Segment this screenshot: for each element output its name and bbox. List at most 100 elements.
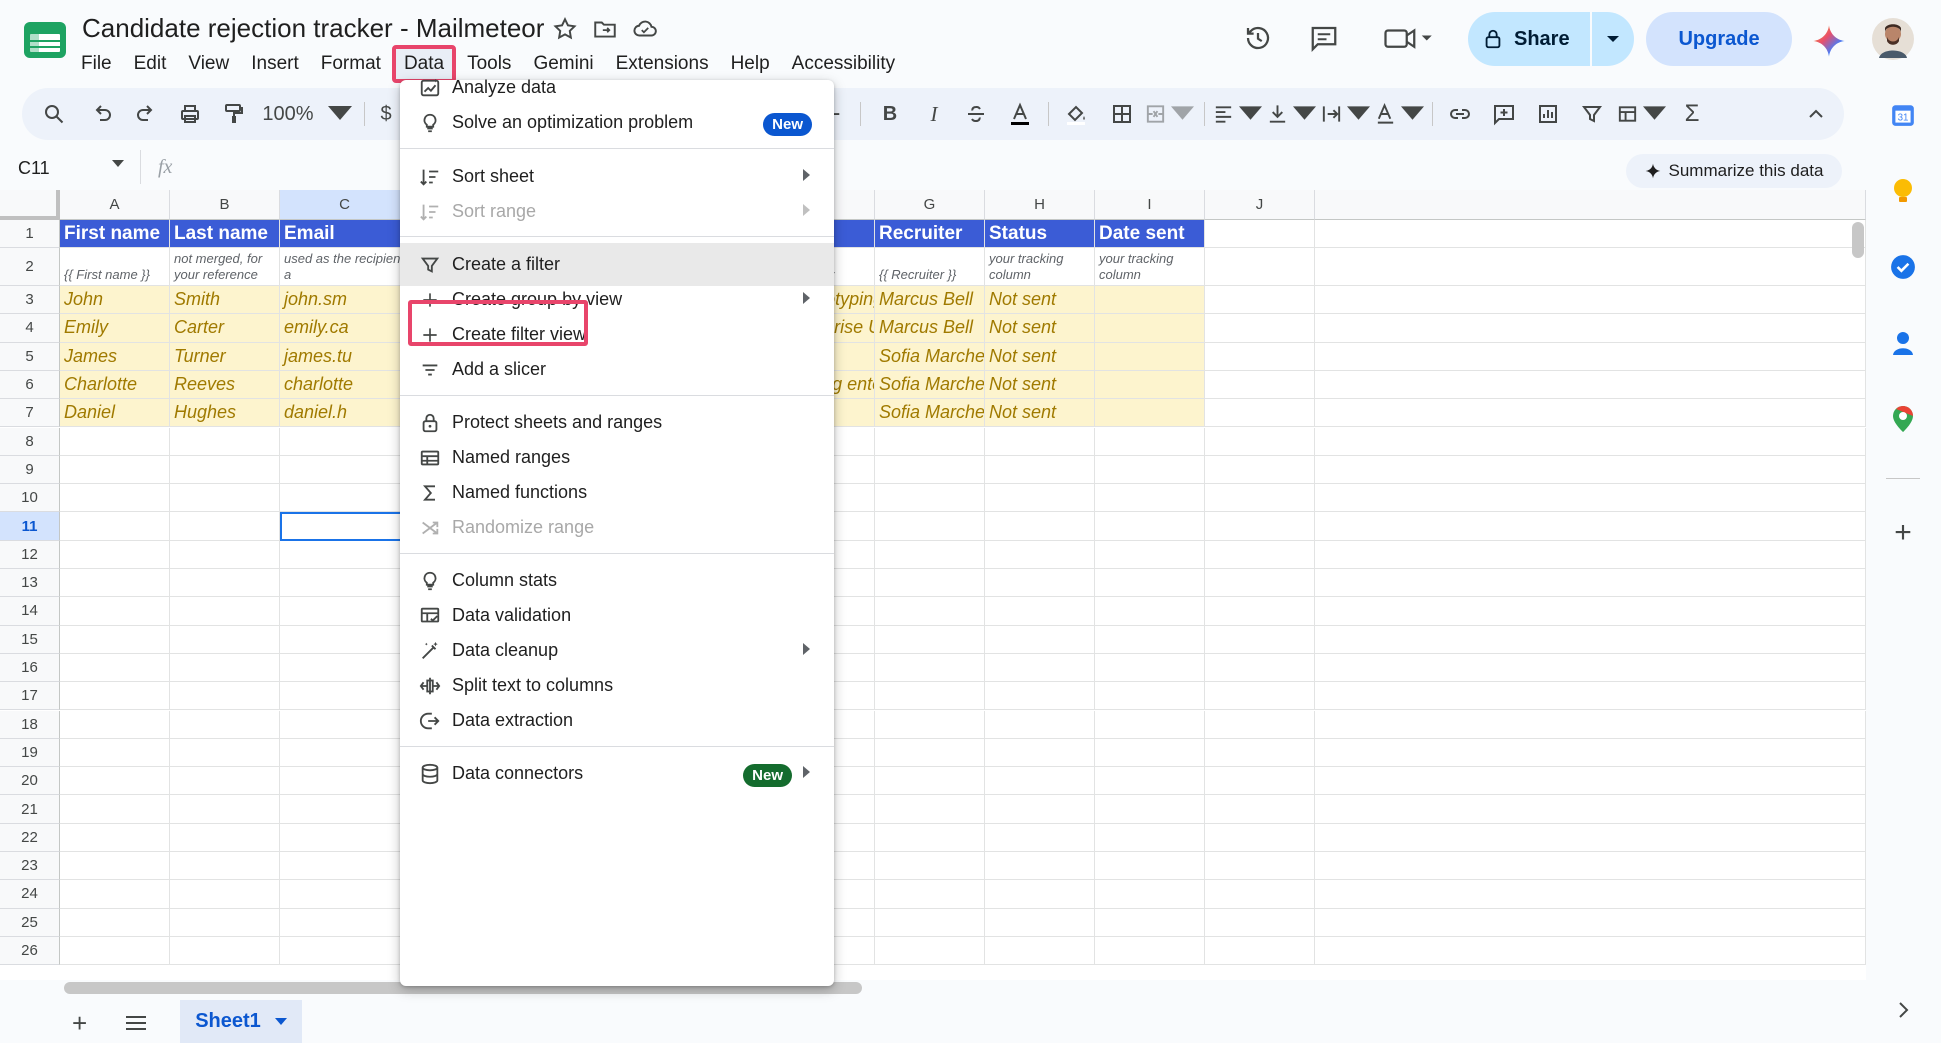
cell-b17[interactable] xyxy=(170,682,280,711)
gemini-icon[interactable] xyxy=(1812,24,1846,58)
column-header-b[interactable]: B xyxy=(170,190,280,220)
cell-c8[interactable] xyxy=(280,427,410,456)
row-header-5[interactable]: 5 xyxy=(0,342,60,371)
cell-j20[interactable] xyxy=(1205,767,1315,796)
cell-i7[interactable] xyxy=(1095,399,1205,428)
cell-i10[interactable] xyxy=(1095,484,1205,513)
cell-j25[interactable] xyxy=(1205,908,1315,937)
cell-i12[interactable] xyxy=(1095,540,1205,569)
cell-h6[interactable]: Not sent xyxy=(985,370,1095,400)
cell-j5[interactable] xyxy=(1205,342,1315,371)
cell-c26[interactable] xyxy=(280,936,410,966)
row-header-17[interactable]: 17 xyxy=(0,682,60,711)
cell-g15[interactable] xyxy=(875,625,985,654)
text-rotation-icon[interactable] xyxy=(1374,88,1424,140)
cell-a5[interactable]: James xyxy=(60,342,170,371)
vertical-align-icon[interactable] xyxy=(1266,88,1316,140)
cell-a10[interactable] xyxy=(60,484,170,513)
cell-b18[interactable] xyxy=(170,710,280,739)
cell-j16[interactable] xyxy=(1205,653,1315,683)
spreadsheet-grid[interactable]: ABCDEFGHIJ1First nameLast nameEmailReaso… xyxy=(0,190,1866,980)
cell-b24[interactable] xyxy=(170,880,280,909)
cell-b19[interactable] xyxy=(170,738,280,768)
cell-j11[interactable] xyxy=(1205,512,1315,541)
cell-a25[interactable] xyxy=(60,908,170,937)
select-all-corner[interactable] xyxy=(0,190,60,220)
cell-c2[interactable]: used as the recipient a xyxy=(280,248,410,286)
document-title[interactable]: Candidate rejection tracker - Mailmeteor xyxy=(82,13,544,44)
menu-file[interactable]: File xyxy=(70,49,123,79)
cell-b14[interactable] xyxy=(170,597,280,626)
cell-h20[interactable] xyxy=(985,767,1095,796)
cell-b12[interactable] xyxy=(170,540,280,569)
undo-icon[interactable] xyxy=(82,88,122,140)
cell-a3[interactable]: John xyxy=(60,286,170,315)
cell-b5[interactable]: Turner xyxy=(170,342,280,371)
cell-a4[interactable]: Emily xyxy=(60,314,170,343)
sheet-tab-sheet1[interactable]: Sheet1 xyxy=(180,1000,302,1043)
cell-c1[interactable]: Email xyxy=(280,220,410,248)
cell-i6[interactable] xyxy=(1095,370,1205,400)
cell-j3[interactable] xyxy=(1205,286,1315,315)
cell-i20[interactable] xyxy=(1095,767,1205,796)
cell-a17[interactable] xyxy=(60,682,170,711)
vertical-scrollbar[interactable] xyxy=(1852,222,1864,258)
cell-a19[interactable] xyxy=(60,738,170,768)
menu-item-data-extraction[interactable]: Data extraction xyxy=(400,699,834,742)
cell-h13[interactable] xyxy=(985,569,1095,598)
row-header-13[interactable]: 13 xyxy=(0,569,60,598)
menu-view[interactable]: View xyxy=(177,49,240,79)
cell-a9[interactable] xyxy=(60,455,170,485)
cell-h9[interactable] xyxy=(985,455,1095,485)
cell-h15[interactable] xyxy=(985,625,1095,654)
cell-g21[interactable] xyxy=(875,795,985,824)
meet-icon[interactable] xyxy=(1378,18,1438,58)
cell-b23[interactable] xyxy=(170,852,280,881)
cell-i11[interactable] xyxy=(1095,512,1205,541)
cell-g25[interactable] xyxy=(875,908,985,937)
cell-j24[interactable] xyxy=(1205,880,1315,909)
row-header-20[interactable]: 20 xyxy=(0,767,60,796)
cell-i3[interactable] xyxy=(1095,286,1205,315)
cell-b1[interactable]: Last name xyxy=(170,220,280,248)
row-header-16[interactable]: 16 xyxy=(0,653,60,683)
cell-h19[interactable] xyxy=(985,738,1095,768)
cell-g6[interactable]: Sofia Marchetti xyxy=(875,370,985,400)
filter-icon[interactable] xyxy=(1572,88,1612,140)
cell-i23[interactable] xyxy=(1095,852,1205,881)
cell-i14[interactable] xyxy=(1095,597,1205,626)
caret-down-icon[interactable] xyxy=(112,160,124,168)
cell-g14[interactable] xyxy=(875,597,985,626)
cell-h18[interactable] xyxy=(985,710,1095,739)
cell-h5[interactable]: Not sent xyxy=(985,342,1095,371)
cell-a20[interactable] xyxy=(60,767,170,796)
cell-h11[interactable] xyxy=(985,512,1095,541)
cell-a8[interactable] xyxy=(60,427,170,456)
cell-g12[interactable] xyxy=(875,540,985,569)
redo-icon[interactable] xyxy=(126,88,166,140)
insert-comment-icon[interactable] xyxy=(1484,88,1524,140)
cell-j13[interactable] xyxy=(1205,569,1315,598)
row-header-21[interactable]: 21 xyxy=(0,795,60,824)
contacts-icon[interactable] xyxy=(1888,328,1918,358)
cell-a22[interactable] xyxy=(60,823,170,852)
cell-a12[interactable] xyxy=(60,540,170,569)
cell-g20[interactable] xyxy=(875,767,985,796)
cell-b20[interactable] xyxy=(170,767,280,796)
cell-b9[interactable] xyxy=(170,455,280,485)
cell-i17[interactable] xyxy=(1095,682,1205,711)
column-header-c[interactable]: C xyxy=(280,190,410,220)
cell-c23[interactable] xyxy=(280,852,410,881)
cell-g5[interactable]: Sofia Marchetti xyxy=(875,342,985,371)
paint-format-icon[interactable] xyxy=(214,88,254,140)
cell-i25[interactable] xyxy=(1095,908,1205,937)
cell-a7[interactable]: Daniel xyxy=(60,399,170,428)
row-header-8[interactable]: 8 xyxy=(0,427,60,456)
cell-j15[interactable] xyxy=(1205,625,1315,654)
cell-i19[interactable] xyxy=(1095,738,1205,768)
cell-a23[interactable] xyxy=(60,852,170,881)
row-header-26[interactable]: 26 xyxy=(0,936,60,966)
cell-g22[interactable] xyxy=(875,823,985,852)
cell-i15[interactable] xyxy=(1095,625,1205,654)
column-header-g[interactable]: G xyxy=(875,190,985,220)
